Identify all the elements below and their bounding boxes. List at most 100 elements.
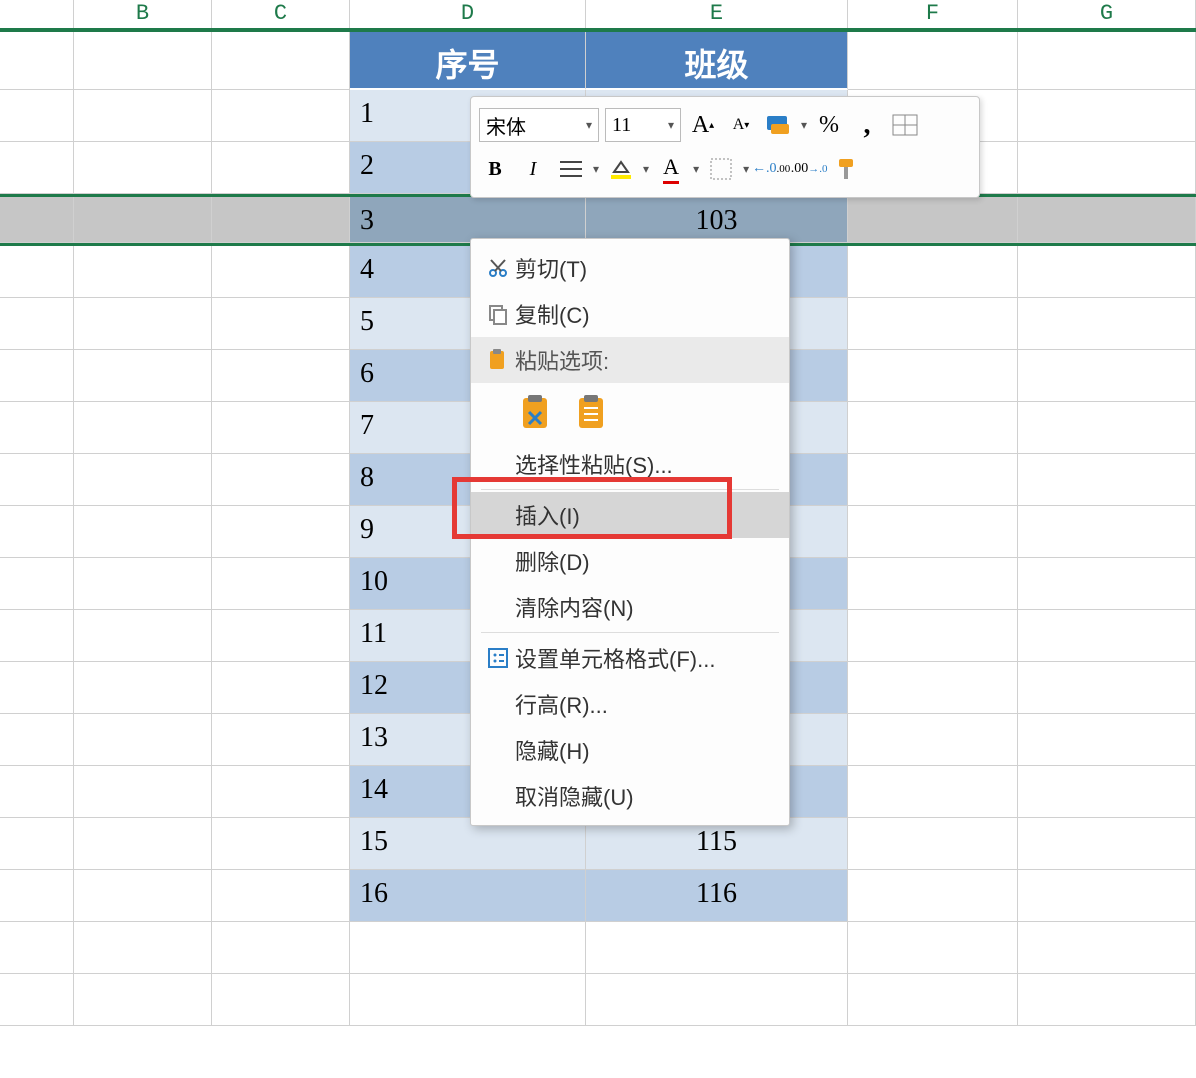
cell-G[interactable] bbox=[1018, 142, 1196, 194]
cell-F[interactable] bbox=[848, 818, 1018, 870]
cell-B[interactable] bbox=[74, 714, 212, 766]
cell-G[interactable] bbox=[1018, 90, 1196, 142]
cell-F[interactable] bbox=[848, 197, 1018, 243]
cell-F[interactable] bbox=[848, 454, 1018, 506]
menu-unhide[interactable]: 取消隐藏(U) bbox=[471, 773, 789, 819]
cell-F[interactable] bbox=[848, 662, 1018, 714]
column-header-E[interactable]: E bbox=[586, 0, 848, 28]
font-size-select[interactable]: 11 ▾ bbox=[605, 108, 681, 142]
increase-decimal-icon[interactable]: ←.0.00 bbox=[755, 153, 787, 185]
cell[interactable] bbox=[74, 32, 212, 90]
menu-delete[interactable]: 删除(D) bbox=[471, 538, 789, 584]
cell-B[interactable] bbox=[74, 870, 212, 922]
cell-B[interactable] bbox=[74, 558, 212, 610]
column-header-G[interactable]: G bbox=[1018, 0, 1196, 28]
cell-G[interactable] bbox=[1018, 714, 1196, 766]
fill-color-icon[interactable] bbox=[605, 153, 637, 185]
cell-A[interactable] bbox=[0, 506, 74, 558]
cell-B[interactable] bbox=[74, 246, 212, 298]
cell-E[interactable]: 116 bbox=[586, 870, 848, 922]
cell-B[interactable] bbox=[74, 662, 212, 714]
cell-B[interactable] bbox=[74, 197, 212, 243]
cell-F[interactable] bbox=[848, 298, 1018, 350]
cell-F[interactable] bbox=[848, 714, 1018, 766]
cell-F[interactable] bbox=[848, 870, 1018, 922]
chevron-down-icon[interactable]: ▾ bbox=[693, 162, 699, 177]
cell[interactable] bbox=[0, 32, 74, 90]
chevron-down-icon[interactable]: ▾ bbox=[643, 162, 649, 177]
cell-B[interactable] bbox=[74, 298, 212, 350]
cell-F[interactable] bbox=[848, 246, 1018, 298]
cell-B[interactable] bbox=[74, 818, 212, 870]
cell-B[interactable] bbox=[74, 766, 212, 818]
cell-C[interactable] bbox=[212, 766, 350, 818]
cell-C[interactable] bbox=[212, 662, 350, 714]
percent-icon[interactable]: % bbox=[813, 109, 845, 141]
cell-A[interactable] bbox=[0, 454, 74, 506]
cell-C[interactable] bbox=[212, 142, 350, 194]
cell-A[interactable] bbox=[0, 714, 74, 766]
cell-C[interactable] bbox=[212, 610, 350, 662]
cell-G[interactable] bbox=[1018, 766, 1196, 818]
align-icon[interactable] bbox=[555, 153, 587, 185]
cell-A[interactable] bbox=[0, 870, 74, 922]
column-header-gutter[interactable] bbox=[0, 0, 74, 28]
menu-row-height[interactable]: 行高(R)... bbox=[471, 681, 789, 727]
cell-A[interactable] bbox=[0, 402, 74, 454]
cell-A[interactable] bbox=[0, 142, 74, 194]
menu-insert[interactable]: 插入(I) bbox=[471, 492, 789, 538]
menu-hide[interactable]: 隐藏(H) bbox=[471, 727, 789, 773]
cell-F[interactable] bbox=[848, 558, 1018, 610]
cell-B[interactable] bbox=[74, 454, 212, 506]
cell-C[interactable] bbox=[212, 714, 350, 766]
cell-G[interactable] bbox=[1018, 558, 1196, 610]
cell-A[interactable] bbox=[0, 662, 74, 714]
cell-F[interactable] bbox=[848, 506, 1018, 558]
column-header-D[interactable]: D bbox=[350, 0, 586, 28]
font-color-icon[interactable]: A bbox=[655, 153, 687, 185]
cell-B[interactable] bbox=[74, 350, 212, 402]
cell-B[interactable] bbox=[74, 506, 212, 558]
menu-format-cells[interactable]: 设置单元格格式(F)... bbox=[471, 635, 789, 681]
cell-B[interactable] bbox=[74, 142, 212, 194]
cell-G[interactable] bbox=[1018, 662, 1196, 714]
cell[interactable] bbox=[212, 32, 350, 90]
decrease-decimal-icon[interactable]: .00→.0 bbox=[793, 153, 825, 185]
cell-F[interactable] bbox=[848, 402, 1018, 454]
format-painter-icon[interactable] bbox=[831, 153, 863, 185]
cell-F[interactable] bbox=[848, 350, 1018, 402]
accounting-format-icon[interactable] bbox=[763, 109, 795, 141]
cell-C[interactable] bbox=[212, 197, 350, 243]
cell-E[interactable]: 103 bbox=[586, 197, 848, 243]
borders-icon[interactable] bbox=[705, 153, 737, 185]
chevron-down-icon[interactable]: ▾ bbox=[743, 162, 749, 177]
cell-A[interactable] bbox=[0, 610, 74, 662]
cell-G[interactable] bbox=[1018, 298, 1196, 350]
menu-clear-contents[interactable]: 清除内容(N) bbox=[471, 584, 789, 630]
cell-D[interactable]: 16 bbox=[350, 870, 586, 922]
cell-C[interactable] bbox=[212, 870, 350, 922]
italic-icon[interactable]: I bbox=[517, 153, 549, 185]
font-name-select[interactable]: 宋体 ▾ bbox=[479, 108, 599, 142]
bold-icon[interactable]: B bbox=[479, 153, 511, 185]
merge-cells-icon[interactable] bbox=[889, 109, 921, 141]
cell-C[interactable] bbox=[212, 558, 350, 610]
cell-G[interactable] bbox=[1018, 402, 1196, 454]
cell-G[interactable] bbox=[1018, 454, 1196, 506]
cell-A[interactable] bbox=[0, 246, 74, 298]
cell-C[interactable] bbox=[212, 402, 350, 454]
cell-A[interactable] bbox=[0, 558, 74, 610]
cell-G[interactable] bbox=[1018, 610, 1196, 662]
cell-A[interactable] bbox=[0, 766, 74, 818]
cell-D[interactable]: 3 bbox=[350, 197, 586, 243]
cell-F[interactable] bbox=[848, 766, 1018, 818]
decrease-font-icon[interactable]: A▾ bbox=[725, 109, 757, 141]
cell[interactable] bbox=[848, 32, 1018, 90]
cell-C[interactable] bbox=[212, 298, 350, 350]
cell-C[interactable] bbox=[212, 454, 350, 506]
column-header-C[interactable]: C bbox=[212, 0, 350, 28]
cell-C[interactable] bbox=[212, 246, 350, 298]
cell-A[interactable] bbox=[0, 350, 74, 402]
cell-C[interactable] bbox=[212, 506, 350, 558]
cell[interactable] bbox=[1018, 32, 1196, 90]
